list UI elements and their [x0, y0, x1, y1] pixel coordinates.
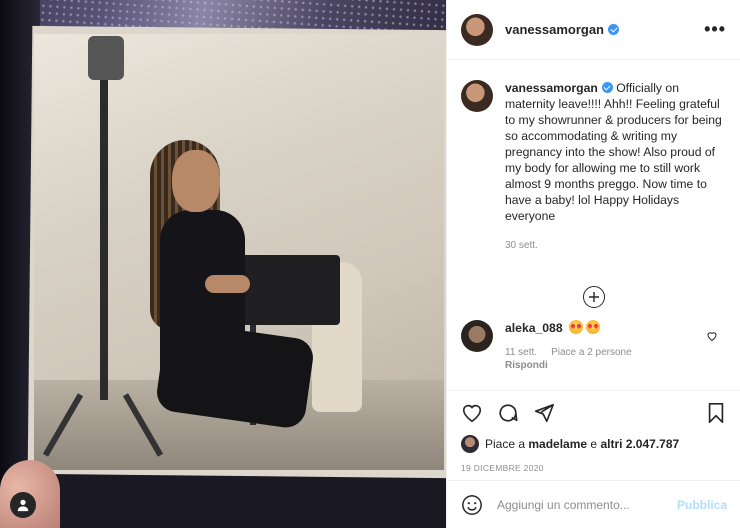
liker-username[interactable]: madelame — [528, 437, 587, 451]
user-icon — [17, 499, 29, 512]
comment-input[interactable] — [497, 497, 677, 512]
person-face — [172, 150, 220, 212]
caption-text: vanessamorgan Officially on maternity le… — [505, 80, 725, 224]
caption-date[interactable]: 30 sett. — [505, 240, 726, 251]
comment-likes[interactable]: Piace a 2 persone — [551, 347, 632, 358]
action-bar — [461, 401, 727, 425]
heart-icon[interactable] — [706, 330, 718, 342]
person-body — [160, 210, 245, 400]
plus-icon — [588, 292, 599, 302]
avatar[interactable] — [461, 13, 493, 46]
post-photo[interactable] — [0, 0, 446, 528]
add-comment-bar: Pubblica — [447, 480, 740, 528]
light-stand — [100, 40, 108, 400]
heart-eyes-emoji-icon — [586, 320, 601, 334]
heart-eyes-emoji-icon — [569, 320, 584, 334]
header-username[interactable]: vanessamorgan — [505, 22, 619, 37]
likes-count[interactable]: altri 2.047.787 — [600, 437, 679, 451]
verified-badge-icon — [601, 82, 613, 93]
caption-body: Officially on maternity leave!!!! Ahh!! … — [505, 81, 722, 223]
more-options-icon[interactable]: ••• — [704, 19, 726, 40]
person-arm — [205, 275, 250, 293]
avatar[interactable] — [461, 435, 479, 453]
tagged-user-button[interactable] — [10, 492, 36, 518]
load-more-comments-button[interactable] — [582, 286, 605, 308]
reply-button[interactable]: Rispondi — [505, 360, 632, 371]
comment-time[interactable]: 11 sett. — [505, 347, 537, 358]
emoji-icon[interactable] — [461, 494, 483, 516]
comment: aleka_088 11 sett. Piace a 2 persone Ris… — [447, 320, 740, 390]
likes-summary: Piace a madelame e altri 2.047.787 — [461, 435, 727, 453]
comment-icon[interactable] — [497, 402, 519, 424]
avatar[interactable] — [461, 80, 493, 112]
post-side-panel: vanessamorgan ••• vanessamorgan Official… — [446, 0, 740, 528]
post-date[interactable]: 19 DICEMBRE 2020 — [461, 463, 727, 473]
post-header: vanessamorgan ••• — [447, 0, 740, 60]
verified-badge-icon — [608, 24, 619, 35]
caption-username[interactable]: vanessamorgan — [505, 81, 598, 95]
caption-area: vanessamorgan Officially on maternity le… — [447, 60, 740, 320]
comment-username[interactable]: aleka_088 — [505, 321, 563, 335]
light-head — [88, 36, 124, 80]
bookmark-icon[interactable] — [705, 402, 727, 424]
heart-icon[interactable] — [461, 402, 483, 424]
actions-area: Piace a madelame e altri 2.047.787 19 DI… — [447, 390, 740, 473]
share-icon[interactable] — [533, 402, 555, 424]
avatar[interactable] — [461, 320, 493, 352]
publish-button[interactable]: Pubblica — [677, 498, 727, 512]
